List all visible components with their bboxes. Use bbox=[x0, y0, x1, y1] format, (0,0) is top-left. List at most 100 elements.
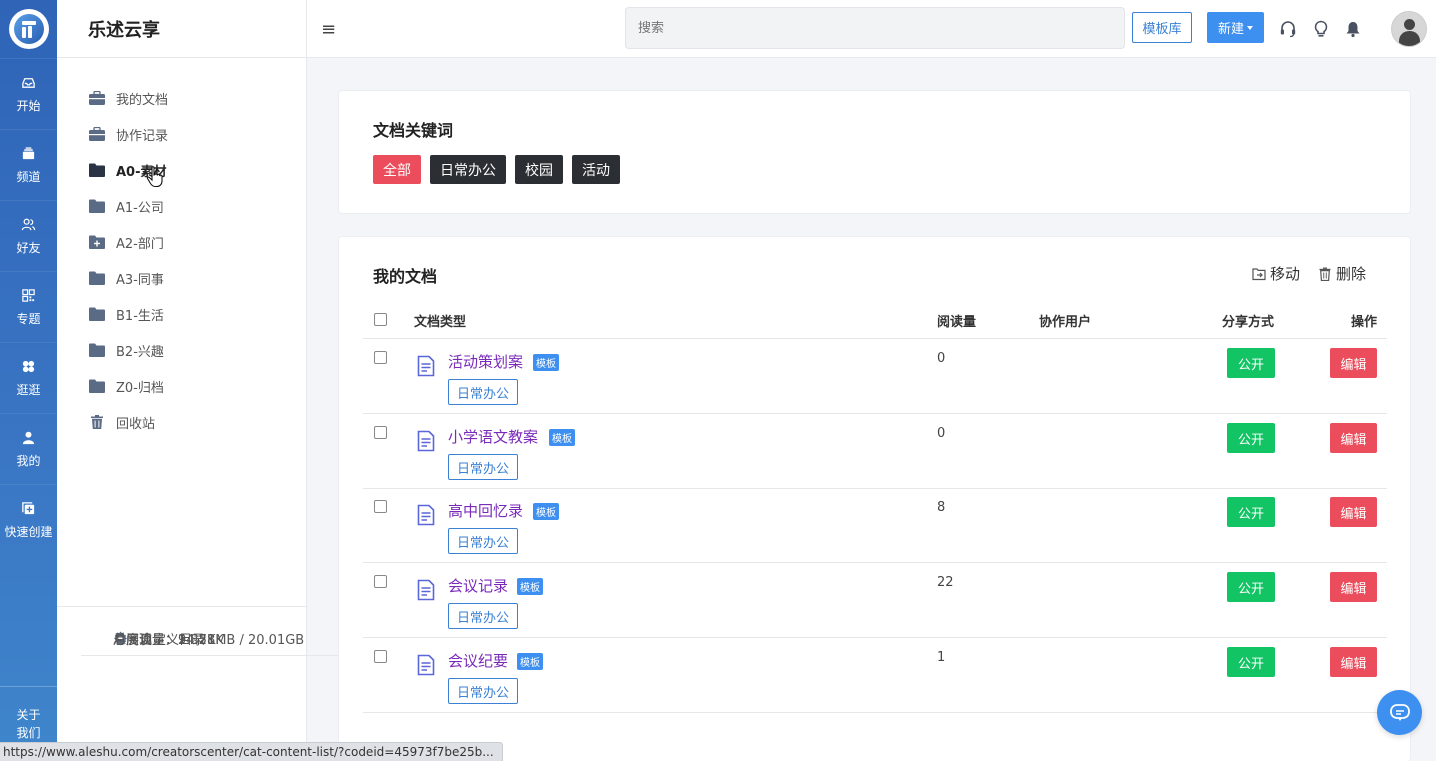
share-public-button[interactable]: 公开 bbox=[1227, 572, 1275, 602]
bell-icon[interactable] bbox=[1344, 20, 1362, 38]
sidebar-item-a2[interactable]: A2-部门 bbox=[57, 224, 306, 260]
avatar[interactable] bbox=[1391, 11, 1427, 47]
folder-icon bbox=[89, 199, 105, 213]
row-checkbox[interactable] bbox=[374, 500, 387, 513]
rail-item-friends[interactable]: 好友 bbox=[0, 200, 57, 271]
category-tag[interactable]: 日常办公 bbox=[448, 603, 519, 629]
chat-icon bbox=[1389, 703, 1410, 721]
rail-item-channel[interactable]: 频道 bbox=[0, 129, 57, 200]
keyword-tags: 全部 日常办公 校园 活动 bbox=[373, 155, 620, 184]
document-icon bbox=[417, 654, 435, 676]
sidebar-item-a1[interactable]: A1-公司 bbox=[57, 188, 306, 224]
chat-button[interactable] bbox=[1377, 690, 1422, 735]
keyword-tag-daily-office[interactable]: 日常办公 bbox=[430, 155, 506, 184]
template-badge: 模板 bbox=[517, 653, 543, 670]
sidebar-item-a3[interactable]: A3-同事 bbox=[57, 260, 306, 296]
sidebar-item-a0[interactable]: A0-素材 bbox=[57, 152, 306, 188]
folder-icon bbox=[89, 271, 105, 285]
template-library-button[interactable]: 模板库 bbox=[1132, 12, 1192, 43]
delete-button[interactable]: 删除 bbox=[1318, 263, 1366, 284]
category-tag[interactable]: 日常办公 bbox=[448, 379, 519, 405]
table-row: 会议纪要 模板 日常办公 1 公开 编辑 bbox=[363, 638, 1387, 713]
rail-label: 频道 bbox=[16, 169, 41, 184]
row-checkbox[interactable] bbox=[374, 351, 387, 364]
sidebar-item-label: 协作记录 bbox=[116, 128, 169, 144]
sidebar-item-b2[interactable]: B2-兴趣 bbox=[57, 332, 306, 368]
document-icon bbox=[417, 579, 435, 601]
document-icon bbox=[417, 355, 435, 377]
top-bar: ≡ 模板库 新建 bbox=[307, 0, 1436, 58]
sidebar-item-b1[interactable]: B1-生活 bbox=[57, 296, 306, 332]
edit-button[interactable]: 编辑 bbox=[1330, 647, 1377, 677]
move-icon bbox=[1252, 267, 1266, 280]
keywords-title: 文档关键词 bbox=[373, 121, 454, 140]
sidebar-item-z0[interactable]: Z0-归档 bbox=[57, 368, 306, 404]
edit-button[interactable]: 编辑 bbox=[1330, 348, 1377, 378]
sidebar-item-trash[interactable]: 回收站 bbox=[57, 404, 306, 440]
friends-icon bbox=[21, 217, 37, 233]
doc-title-link[interactable]: 小学语文教案 bbox=[448, 426, 538, 447]
rail-item-quick-create[interactable]: 快速创建 bbox=[0, 484, 57, 555]
sidebar-item-label: A1-公司 bbox=[116, 200, 164, 216]
rail-item-start[interactable]: 开始 bbox=[0, 58, 57, 129]
share-public-button[interactable]: 公开 bbox=[1227, 647, 1275, 677]
share-public-button[interactable]: 公开 bbox=[1227, 497, 1275, 527]
briefcase-icon bbox=[89, 127, 105, 141]
edit-button[interactable]: 编辑 bbox=[1330, 423, 1377, 453]
rail-item-mine[interactable]: 我的 bbox=[0, 413, 57, 484]
doc-title-link[interactable]: 会议纪要 bbox=[448, 650, 508, 671]
keywords-card: 文档关键词 全部 日常办公 校园 活动 bbox=[338, 90, 1411, 214]
stack-icon bbox=[21, 146, 37, 162]
sidebar-item-label: A2-部门 bbox=[116, 236, 164, 252]
share-public-button[interactable]: 公开 bbox=[1227, 423, 1275, 453]
doc-title-link[interactable]: 高中回忆录 bbox=[448, 500, 523, 521]
clover-icon bbox=[21, 359, 37, 375]
rail-label: 逛逛 bbox=[16, 382, 41, 397]
folder-plus-icon bbox=[89, 235, 105, 249]
brand-title[interactable]: 乐述云享 bbox=[57, 0, 306, 58]
read-count: 22 bbox=[937, 575, 954, 590]
read-count: 8 bbox=[937, 500, 946, 515]
keyword-tag-all[interactable]: 全部 bbox=[373, 155, 421, 184]
sidebar-item-label: A3-同事 bbox=[116, 272, 164, 288]
new-button[interactable]: 新建 bbox=[1207, 12, 1264, 43]
select-all-checkbox[interactable] bbox=[374, 313, 387, 326]
app-logo[interactable] bbox=[0, 0, 57, 58]
rail-label: 快速创建 bbox=[4, 524, 53, 539]
category-tag[interactable]: 日常办公 bbox=[448, 678, 519, 704]
doc-title-link[interactable]: 活动策划案 bbox=[448, 351, 523, 372]
share-public-button[interactable]: 公开 bbox=[1227, 348, 1275, 378]
trash-icon bbox=[1319, 267, 1331, 281]
move-button[interactable]: 移动 bbox=[1252, 263, 1300, 284]
grid-icon bbox=[21, 288, 37, 304]
headset-icon[interactable] bbox=[1279, 20, 1297, 38]
edit-button[interactable]: 编辑 bbox=[1330, 572, 1377, 602]
rail-item-browse[interactable]: 逛逛 bbox=[0, 342, 57, 413]
menu-toggle-icon[interactable]: ≡ bbox=[321, 19, 336, 40]
bulb-icon[interactable] bbox=[1312, 20, 1330, 38]
delete-label: 删除 bbox=[1335, 265, 1366, 283]
hand-cursor-icon bbox=[146, 166, 163, 188]
keyword-tag-campus[interactable]: 校园 bbox=[515, 155, 563, 184]
header-ops: 操作 bbox=[1351, 315, 1378, 330]
rail-item-topics[interactable]: 专题 bbox=[0, 271, 57, 342]
read-count: 1 bbox=[937, 650, 946, 665]
search-input[interactable] bbox=[625, 7, 1125, 49]
edit-button[interactable]: 编辑 bbox=[1330, 497, 1377, 527]
template-badge: 模板 bbox=[533, 503, 559, 520]
doc-title-link[interactable]: 会议记录 bbox=[448, 575, 508, 596]
sidebar-item-collab[interactable]: 协作记录 bbox=[57, 116, 306, 152]
row-checkbox[interactable] bbox=[374, 575, 387, 588]
row-checkbox[interactable] bbox=[374, 650, 387, 663]
row-checkbox[interactable] bbox=[374, 426, 387, 439]
folder-icon bbox=[89, 379, 105, 393]
about-line1: 关于 bbox=[16, 708, 41, 722]
sidebar-item-label: B2-兴趣 bbox=[116, 344, 164, 360]
inbox-icon bbox=[21, 75, 37, 91]
sidebar-item-label: 回收站 bbox=[116, 416, 156, 432]
sidebar-item-my-docs[interactable]: 我的文档 bbox=[57, 80, 306, 116]
keyword-tag-activity[interactable]: 活动 bbox=[572, 155, 620, 184]
category-tag[interactable]: 日常办公 bbox=[448, 528, 519, 554]
briefcase-icon bbox=[89, 91, 105, 105]
category-tag[interactable]: 日常办公 bbox=[448, 454, 519, 480]
